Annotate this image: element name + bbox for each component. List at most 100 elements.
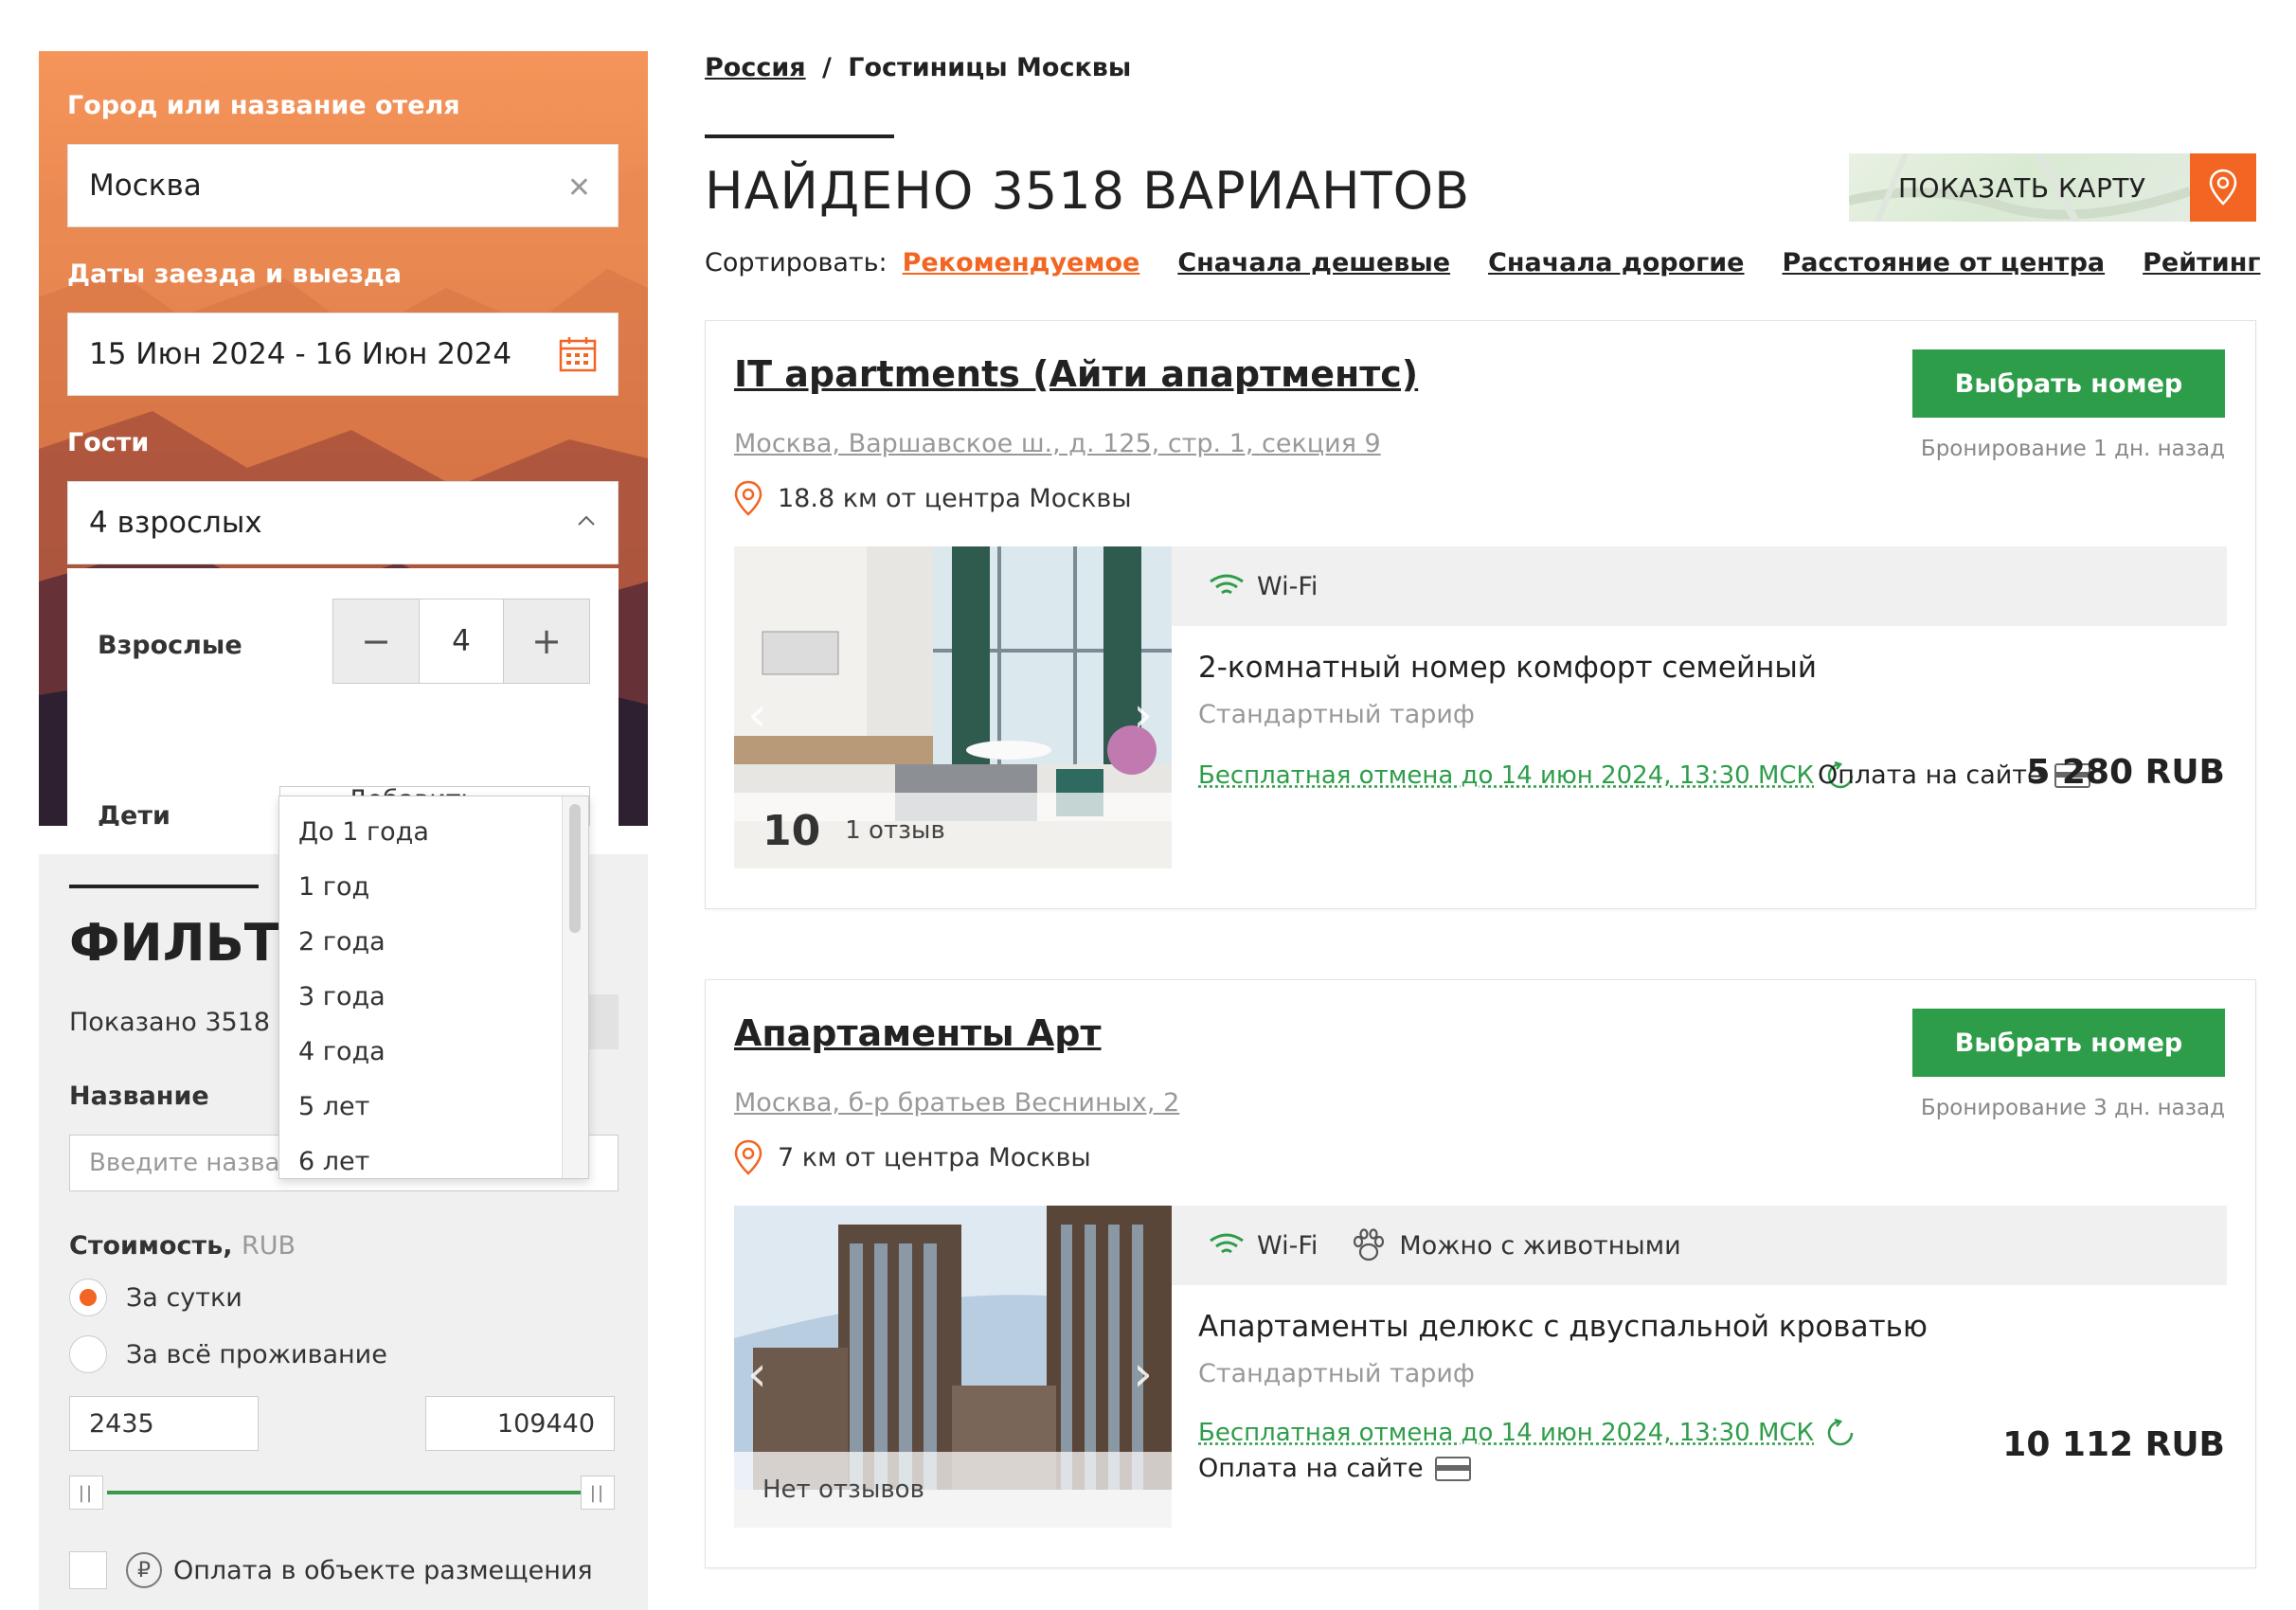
amenities-bar: Wi-Fi [1172,546,2227,626]
next-photo-icon[interactable]: › [1133,687,1153,743]
pay-at-property-option[interactable]: ₽ Оплата в объекте размещения [69,1551,593,1589]
select-room-button[interactable]: Выбрать номер [1912,349,2225,418]
radio-unselected[interactable] [69,1335,107,1373]
guests-value: 4 взрослых [89,506,262,540]
city-label: Город или название отеля [67,91,460,120]
prev-photo-icon[interactable]: ‹ [747,1346,767,1403]
breadcrumb-country-link[interactable]: Россия [705,53,806,82]
divider [705,134,894,138]
show-map-button[interactable]: ПОКАЗАТЬ КАРТУ [1849,153,2256,222]
rating-bar: 10 1 отзыв [734,793,1172,868]
select-room-button[interactable]: Выбрать номер [1912,1009,2225,1077]
amenity-pets: Можно с животными [1350,1228,1681,1262]
hotel-card: IT apartments (Айти апартментс) Москва, … [705,320,2256,909]
last-booking-text: Бронирование 1 дн. назад [1920,437,2225,461]
next-photo-icon[interactable]: › [1133,1346,1153,1403]
amenity-label: Wi-Fi [1257,571,1318,601]
room-price: 10 112 RUB [2002,1425,2225,1464]
dates-input[interactable]: 15 Июн 2024 - 16 Июн 2024 [67,313,619,396]
room-name: Апартаменты делюкс с двуспальной кровать… [1198,1310,1928,1344]
age-option[interactable]: 1 год [298,872,369,902]
age-option[interactable]: До 1 года [298,817,429,847]
dropdown-scrollbar[interactable] [562,796,588,1178]
credit-card-icon [1434,1456,1471,1481]
sort-option-distance[interactable]: Расстояние от центра [1783,248,2106,277]
radio-selected[interactable] [69,1279,107,1316]
hotel-distance: 18.8 км от центра Москвы [734,480,1132,516]
per-stay-option[interactable]: За всё проживание [69,1335,387,1373]
slider-handle-min[interactable]: || [69,1476,103,1510]
sort-option-cheapest[interactable]: Сначала дешевые [1177,248,1450,277]
checkbox[interactable] [69,1551,107,1589]
child-age-dropdown[interactable]: До 1 года 1 год 2 года 3 года 4 года 5 л… [278,796,589,1179]
adults-minus-button[interactable]: − [333,599,419,683]
shown-count: Показано 3518 из [69,1008,309,1037]
room-price: 5 280 RUB [2026,753,2225,792]
reviews-count: Нет отзывов [762,1476,924,1504]
amenity-wifi: Wi-Fi [1208,572,1318,601]
hotel-distance: 7 км от центра Москвы [734,1139,1091,1175]
guests-select[interactable]: 4 взрослых [67,481,619,564]
sort-label: Сортировать: [705,248,888,277]
reviews-count: 1 отзыв [845,816,945,845]
map-pin-icon [2209,169,2237,206]
amenities-bar: Wi-Fi Можно с животными [1172,1206,2227,1285]
chevron-up-icon[interactable] [574,509,599,533]
price-max-input[interactable]: 109440 [425,1396,615,1451]
clear-icon[interactable]: ✕ [567,171,591,205]
search-panel: Город или название отеля Москва ✕ Даты з… [39,51,648,826]
cancellation-text: Бесплатная отмена до 14 июн 2024, 13:30 … [1198,761,1814,790]
hotel-name-link[interactable]: IT apartments (Айти апартментс) [734,353,1418,395]
rating-score: 10 [762,806,821,855]
prev-photo-icon[interactable]: ‹ [747,687,767,743]
amenity-label: Можно с животными [1399,1230,1681,1261]
scrollbar-thumb[interactable] [569,804,581,933]
age-option[interactable]: 6 лет [298,1147,369,1176]
price-min-input[interactable]: 2435 [69,1396,259,1451]
sort-bar: Сортировать: Рекомендуемое Сначала дешев… [705,248,2260,277]
sort-option-rating[interactable]: Рейтинг [2143,248,2260,277]
slider-handle-max[interactable]: || [581,1476,615,1510]
cost-unit: RUB [241,1231,296,1261]
breadcrumb-current: Гостиницы Москвы [848,53,1132,82]
wifi-icon [1210,574,1244,595]
tariff-name: Стандартный тариф [1198,700,1476,729]
sort-option-recommended[interactable]: Рекомендуемое [903,248,1140,277]
price-min-value: 2435 [89,1408,154,1439]
dates-label: Даты заезда и выезда [67,259,402,289]
divider [69,885,259,888]
cost-label-text: Стоимость, [69,1231,233,1261]
sort-option-expensive[interactable]: Сначала дорогие [1488,248,1744,277]
rating-bar: Нет отзывов [734,1452,1172,1528]
distance-text: 7 км от центра Москвы [778,1142,1091,1172]
age-option[interactable]: 4 года [298,1037,386,1066]
city-value: Москва [89,169,202,203]
cost-label: Стоимость, RUB [69,1231,296,1261]
hotel-address-link[interactable]: Москва, б-р братьев Весниных, 2 [734,1088,1179,1118]
per-stay-label: За всё проживание [126,1339,387,1369]
hotel-photo[interactable]: ‹ › 10 1 отзыв [734,546,1172,868]
calendar-icon[interactable] [559,336,597,372]
city-input[interactable]: Москва ✕ [67,144,619,227]
adults-plus-button[interactable]: + [504,599,589,683]
show-map-label: ПОКАЗАТЬ КАРТУ [1898,172,2146,204]
age-option[interactable]: 2 года [298,927,386,957]
map-pin-button[interactable] [2190,153,2256,222]
payment-text: Оплата на сайте [1198,1454,1424,1483]
guests-label: Гости [67,428,150,457]
adults-stepper: − 4 + [332,599,590,684]
hotel-photo[interactable]: ‹ › Нет отзывов [734,1206,1172,1528]
hotel-name-link[interactable]: Апартаменты Арт [734,1012,1102,1054]
age-option[interactable]: 5 лет [298,1092,369,1121]
hotel-address-link[interactable]: Москва, Варшавское ш., д. 125, стр. 1, с… [734,429,1381,458]
room-name: 2-комнатный номер комфорт семейный [1198,651,1818,685]
amenity-label: Wi-Fi [1257,1230,1318,1261]
per-night-option[interactable]: За сутки [69,1279,242,1316]
pay-at-property-label: Оплата в объекте размещения [173,1555,593,1585]
age-option[interactable]: 3 года [298,982,386,1011]
location-pin-icon [734,1139,762,1175]
free-cancellation[interactable]: Бесплатная отмена до 14 июн 2024, 13:30 … [1198,760,1856,791]
cancellation-text: Бесплатная отмена до 14 июн 2024, 13:30 … [1198,1419,1814,1447]
free-cancellation[interactable]: Бесплатная отмена до 14 июн 2024, 13:30 … [1198,1418,1856,1448]
price-slider-track[interactable] [107,1491,581,1494]
